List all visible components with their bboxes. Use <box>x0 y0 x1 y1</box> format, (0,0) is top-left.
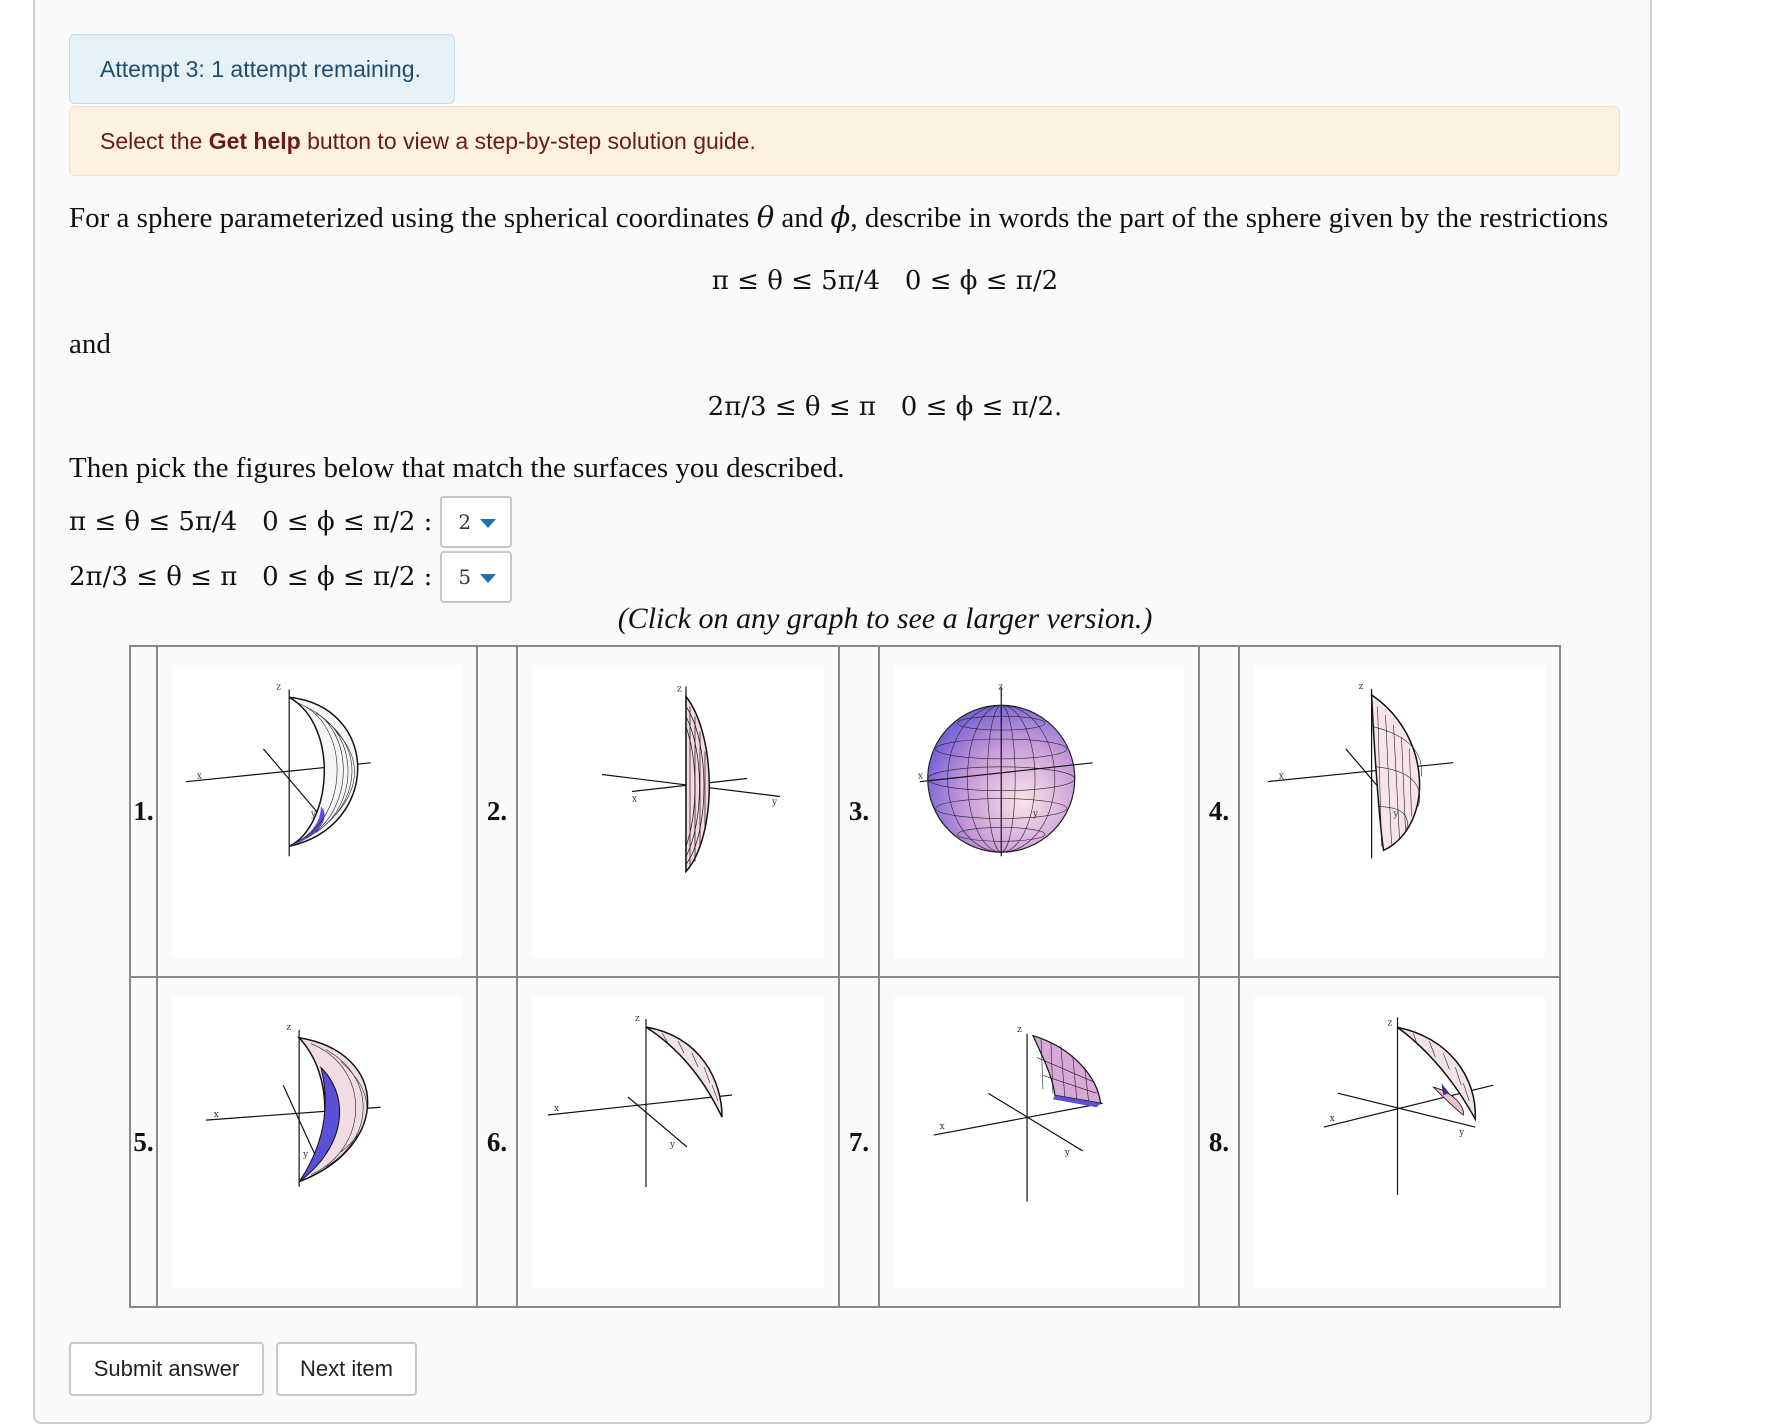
select-value-1: 2 <box>458 510 472 534</box>
restriction-1: π ≤ θ ≤ 5π/4 0 ≤ ϕ ≤ π/2 <box>711 266 1059 296</box>
help-text-bold: Get help <box>208 127 301 154</box>
figure-2[interactable]: z x y <box>516 645 840 978</box>
z-axis-label: z <box>677 685 682 695</box>
next-item-button[interactable]: Next item <box>276 1342 417 1396</box>
figure-number: 2. <box>476 645 518 978</box>
y-axis-label: y <box>1393 809 1400 819</box>
answer-label-1: π ≤ θ ≤ 5π/4 0 ≤ ϕ ≤ π/2 : <box>69 507 433 537</box>
and-line: and <box>69 328 111 360</box>
z-axis-label: z <box>1388 1018 1393 1028</box>
figure-7-graph: z x y <box>933 1025 1103 1202</box>
and-word: and <box>774 202 831 234</box>
x-axis-label: x <box>197 772 202 782</box>
x-axis-label: x <box>1330 1114 1335 1124</box>
figure-number: 4. <box>1198 645 1240 978</box>
y-axis-label: y <box>669 1140 676 1150</box>
answer-row-2: 2π/3 ≤ θ ≤ π 0 ≤ ϕ ≤ π/2 : 5 <box>69 551 513 603</box>
z-axis-label: z <box>635 1014 640 1024</box>
x-axis-label: x <box>632 795 637 805</box>
help-text-after: button to view a step-by-step solution g… <box>300 127 756 154</box>
answer-row-1: π ≤ θ ≤ 5π/4 0 ≤ ϕ ≤ π/2 : 2 <box>69 496 513 548</box>
instruction-text: Then pick the figures below that match t… <box>69 452 845 484</box>
z-axis-label: z <box>1017 1025 1022 1035</box>
figure-3-graph: z x y <box>918 682 1093 857</box>
problem-intro: For a sphere parameterized using the sph… <box>69 202 757 234</box>
figure-6-graph: z x y <box>547 1014 733 1187</box>
x-axis-label: x <box>940 1122 945 1132</box>
y-axis-label: y <box>1032 809 1039 819</box>
figure-4[interactable]: z x y <box>1238 645 1561 978</box>
select-value-2: 5 <box>458 565 472 589</box>
answer-label-2: 2π/3 ≤ θ ≤ π 0 ≤ ϕ ≤ π/2 : <box>69 562 433 592</box>
figure-7[interactable]: z x y <box>878 976 1200 1308</box>
z-axis-label: z <box>276 682 281 692</box>
problem-intro-end: , describe in words the part of the sphe… <box>850 202 1609 234</box>
figure-3[interactable]: z x y <box>878 645 1200 978</box>
figure-5[interactable]: z x y <box>156 976 478 1308</box>
restriction-2: 2π/3 ≤ θ ≤ π 0 ≤ ϕ ≤ π/2. <box>707 392 1063 422</box>
x-axis-label: x <box>1279 772 1284 782</box>
x-axis-label: x <box>918 772 923 782</box>
y-axis-label: y <box>1458 1128 1465 1138</box>
y-axis-label: y <box>771 798 778 808</box>
submit-answer-button[interactable]: Submit answer <box>69 1342 264 1396</box>
figure-2-graph: z x y <box>601 685 781 874</box>
figure-1[interactable]: z x y <box>156 645 478 978</box>
figure-6[interactable]: z x y <box>516 976 840 1308</box>
figure-number: 7. <box>838 976 880 1308</box>
figure-number: 3. <box>838 645 880 978</box>
z-axis-label: z <box>998 682 1003 692</box>
figure-8[interactable]: z x y <box>1238 976 1561 1308</box>
figure-5-graph: z x y <box>205 1023 381 1187</box>
figure-number: 6. <box>476 976 518 1308</box>
x-axis-label: x <box>214 1110 219 1120</box>
figure-4-graph: z x y <box>1267 682 1454 859</box>
z-axis-label: z <box>286 1023 291 1033</box>
graph-caption: (Click on any graph to see a larger vers… <box>617 602 1153 635</box>
z-axis-label: z <box>1359 682 1364 692</box>
chevron-down-icon <box>480 519 497 528</box>
attempt-banner: Attempt 3: 1 attempt remaining. <box>69 34 455 104</box>
figure-number: 5. <box>129 976 158 1308</box>
y-axis-label: y <box>302 1150 309 1160</box>
help-banner: Select the Get help button to view a ste… <box>69 106 1620 176</box>
chevron-down-icon <box>480 574 497 583</box>
attempt-text: Attempt 3: 1 attempt remaining. <box>100 55 421 82</box>
y-axis-label: y <box>310 809 317 819</box>
problem-statement: For a sphere parameterized using the sph… <box>69 200 1608 235</box>
x-axis-label: x <box>554 1104 559 1114</box>
figure-1-graph: z x y <box>185 682 371 857</box>
figure-number: 1. <box>129 645 158 978</box>
theta-symbol: θ <box>756 200 775 234</box>
y-axis-label: y <box>1064 1148 1071 1158</box>
phi-symbol: ϕ <box>830 200 851 234</box>
help-text-before: Select the <box>100 127 209 154</box>
figure-select-1[interactable]: 2 <box>440 496 513 548</box>
figure-select-2[interactable]: 5 <box>440 551 513 603</box>
figure-8-graph: z x y <box>1323 1017 1494 1195</box>
figure-grid: 1. z x y 2. z x y 3. z x y 4. z x y 5. z… <box>129 645 1561 1308</box>
figure-number: 8. <box>1198 976 1240 1308</box>
